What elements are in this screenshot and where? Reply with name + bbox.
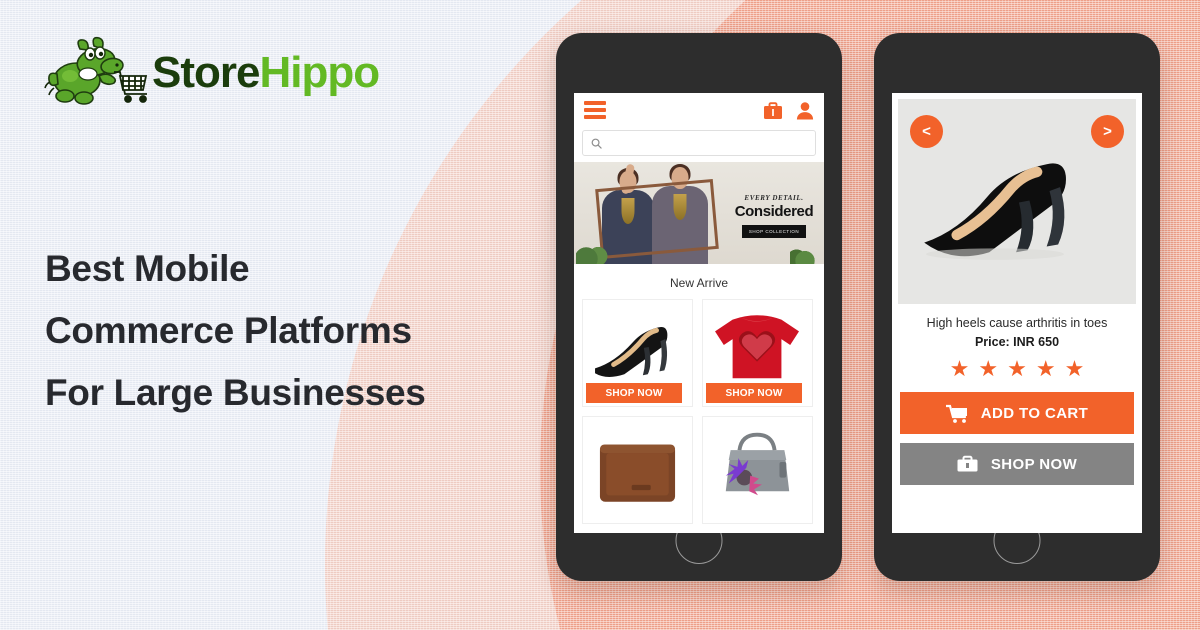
- brand-wordmark: StoreHippo: [152, 48, 380, 97]
- briefcase-icon: [957, 455, 978, 473]
- star-icon: ★: [1064, 356, 1085, 381]
- star-icon: ★: [949, 356, 970, 381]
- headline-line-2: Commerce Platforms: [45, 310, 412, 351]
- phone-mockup-product: < > High heels cause arthritis in toes P…: [874, 33, 1160, 581]
- shop-now-button[interactable]: SHOP NOW: [706, 383, 802, 403]
- black-high-heels-image: [587, 304, 688, 386]
- banner-stage: StoreHippo Best Mobile Commerce Platform…: [0, 0, 1200, 630]
- phone-screen-home: EVERY DETAIL. Considered SHOP COLLECTION…: [574, 93, 824, 533]
- shop-now-label: SHOP NOW: [990, 455, 1078, 473]
- user-account-icon[interactable]: [796, 101, 814, 120]
- brand-logo[interactable]: StoreHippo: [44, 36, 380, 110]
- product-rating-stars: ★ ★ ★ ★ ★: [892, 358, 1142, 380]
- hero-photo-frame-prop: [595, 178, 719, 260]
- shopping-cart-icon: [945, 404, 968, 423]
- hero-text-block: EVERY DETAIL. Considered SHOP COLLECTION: [731, 194, 817, 238]
- add-to-cart-button[interactable]: ADD TO CART: [900, 392, 1134, 434]
- brown-leather-wallet-image: [583, 417, 692, 523]
- product-card-handbag[interactable]: [702, 416, 813, 524]
- shop-now-button[interactable]: SHOP NOW: [586, 383, 682, 403]
- hippo-shopping-cart-logo-icon: [44, 36, 148, 110]
- product-image-carousel: < >: [898, 99, 1136, 304]
- shop-now-button[interactable]: SHOP NOW: [900, 443, 1134, 485]
- product-title: High heels cause arthritis in toes: [926, 316, 1108, 330]
- hero-banner[interactable]: EVERY DETAIL. Considered SHOP COLLECTION: [574, 162, 824, 264]
- red-heart-sweater-image: [707, 304, 808, 386]
- brand-name-hippo: Hippo: [259, 48, 380, 97]
- product-card-sweater[interactable]: SHOP NOW: [702, 299, 813, 407]
- search-input[interactable]: [608, 137, 807, 149]
- search-row: [574, 127, 824, 162]
- page-title: Best Mobile Commerce Platforms For Large…: [45, 238, 426, 424]
- phone-mockup-home: EVERY DETAIL. Considered SHOP COLLECTION…: [556, 33, 842, 581]
- hero-title: Considered: [734, 203, 814, 220]
- product-card-wallet[interactable]: [582, 416, 693, 524]
- hero-plant-left: [576, 238, 610, 264]
- black-high-heels-pair-image: [924, 163, 1066, 260]
- product-price: Price: INR 650: [974, 335, 1060, 349]
- carousel-prev-button[interactable]: <: [910, 115, 943, 148]
- carousel-next-button[interactable]: >: [1091, 115, 1124, 148]
- headline-line-1: Best Mobile: [45, 248, 250, 289]
- add-to-cart-label: ADD TO CART: [980, 404, 1089, 422]
- star-icon: ★: [1035, 356, 1056, 381]
- star-icon: ★: [978, 356, 999, 381]
- section-title-new-arrive: New Arrive: [574, 264, 824, 299]
- product-card-heels[interactable]: SHOP NOW: [582, 299, 693, 407]
- hamburger-menu-icon[interactable]: [584, 101, 606, 119]
- star-icon: ★: [1007, 356, 1027, 381]
- product-grid: SHOP NOW SHOP NOW: [574, 299, 824, 524]
- headline-line-3: For Large Businesses: [45, 372, 426, 413]
- app-topbar: [574, 93, 824, 127]
- brand-name-store: Store: [152, 48, 260, 97]
- topbar-icons: [763, 101, 814, 120]
- hero-cta-button[interactable]: SHOP COLLECTION: [742, 225, 806, 238]
- hero-kicker: EVERY DETAIL.: [744, 194, 804, 202]
- hero-plant-right: [790, 242, 820, 264]
- grey-handbag-image: [707, 421, 808, 503]
- shopping-bag-icon[interactable]: [763, 101, 783, 120]
- search-input-wrapper[interactable]: [582, 130, 816, 156]
- search-icon: [591, 138, 602, 149]
- phone-screen-product: < > High heels cause arthritis in toes P…: [892, 93, 1142, 533]
